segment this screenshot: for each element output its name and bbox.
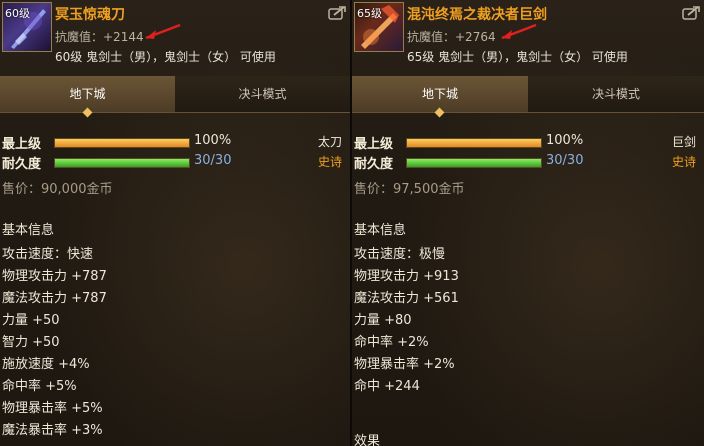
durability-value: 30/30 <box>194 153 232 168</box>
attribute-item: 攻击速度：快速 <box>2 247 94 262</box>
attribute-item: 命中 +244 <box>354 379 420 394</box>
max-level-bar <box>54 138 190 148</box>
attribute-item: 力量 +80 <box>354 313 412 328</box>
rarity-tag: 史诗 <box>671 155 696 169</box>
item-header: 65级 混沌终焉之裁决者巨剑 抗魔值：+2764 65级 鬼剑士（男），鬼剑士（… <box>352 0 704 72</box>
max-level-bar <box>406 138 542 148</box>
item-tooltip-left: 60级 冥玉惊魂刀 抗魔值：+2144 60级 鬼剑士（男），鬼剑士（女） 可使… <box>0 0 350 446</box>
item-header: 60级 冥玉惊魂刀 抗魔值：+2144 60级 鬼剑士（男），鬼剑士（女） 可使… <box>0 0 350 72</box>
attribute-item: 智力 +50 <box>2 335 60 350</box>
attribute-item: 物理攻击力 +787 <box>2 269 107 284</box>
class-requirement: 60级 鬼剑士（男），鬼剑士（女） 可使用 <box>55 50 276 64</box>
attribute-item: 魔法暴击率 +3% <box>2 423 103 438</box>
section-title: 基本信息 <box>2 223 55 238</box>
annotation-arrow-icon <box>145 23 181 40</box>
item-level-badge: 60级 <box>5 7 30 20</box>
item-icon-greatsword: 65级 <box>354 2 404 52</box>
share-icon[interactable] <box>328 6 346 20</box>
mode-tabs: 地下城 决斗模式 <box>0 76 350 118</box>
attribute-item: 物理暴击率 +2% <box>354 357 455 372</box>
section-title: 基本信息 <box>354 223 407 238</box>
item-level-badge: 65级 <box>357 7 382 20</box>
tab-dungeon[interactable]: 地下城 <box>352 76 528 118</box>
tab-dungeon[interactable]: 地下城 <box>0 76 175 118</box>
tab-pvp[interactable]: 决斗模式 <box>175 76 350 112</box>
item-name: 冥玉惊魂刀 <box>55 7 125 23</box>
effect-section-title: 效果 <box>354 434 381 446</box>
attribute-list: 攻击速度：极慢 物理攻击力 +913 魔法攻击力 +561 力量 +80 命中率… <box>354 244 459 398</box>
active-tab-marker-icon <box>434 107 445 118</box>
attribute-item: 攻击速度：极慢 <box>354 247 446 262</box>
attribute-item: 魔法攻击力 +787 <box>2 291 107 306</box>
attribute-list: 攻击速度：快速 物理攻击力 +787 魔法攻击力 +787 力量 +50 智力 … <box>2 244 107 442</box>
durability-bar <box>406 158 542 168</box>
sell-price: 售价：90,000金币 <box>2 182 113 197</box>
active-tab-marker-icon <box>82 107 92 118</box>
max-level-row: 最上级 100% 巨剑 <box>354 133 702 152</box>
tab-label: 决斗模式 <box>591 87 640 101</box>
max-level-value: 100% <box>194 133 232 148</box>
tab-label: 地下城 <box>421 87 458 101</box>
attribute-item: 力量 +50 <box>2 313 60 328</box>
magic-resistance: 抗魔值：+2144 <box>55 30 144 44</box>
tab-label: 决斗模式 <box>238 87 287 101</box>
attribute-item: 施放速度 +4% <box>2 357 90 372</box>
max-level-label: 最上级 <box>354 137 394 152</box>
attribute-item: 命中率 +5% <box>2 379 77 394</box>
share-icon[interactable] <box>682 6 700 20</box>
attribute-item: 魔法攻击力 +561 <box>354 291 459 306</box>
attribute-item: 命中率 +2% <box>354 335 429 350</box>
mode-tabs: 地下城 决斗模式 <box>352 76 704 118</box>
tab-label: 地下城 <box>69 87 106 101</box>
durability-bar <box>54 158 190 168</box>
max-level-row: 最上级 100% 太刀 <box>2 133 348 152</box>
sell-price: 售价：97,500金币 <box>354 182 465 197</box>
durability-label: 耐久度 <box>2 157 42 172</box>
durability-label: 耐久度 <box>354 157 394 172</box>
attribute-item: 物理攻击力 +913 <box>354 269 459 284</box>
item-icon-katana: 60级 <box>2 2 52 52</box>
durability-value: 30/30 <box>546 153 584 168</box>
rarity-tag: 史诗 <box>317 155 342 169</box>
weapon-type: 太刀 <box>317 135 342 149</box>
durability-row: 耐久度 30/30 史诗 <box>2 153 348 172</box>
item-tooltip-right: 65级 混沌终焉之裁决者巨剑 抗魔值：+2764 65级 鬼剑士（男），鬼剑士（… <box>352 0 704 446</box>
durability-row: 耐久度 30/30 史诗 <box>354 153 702 172</box>
max-level-value: 100% <box>546 133 584 148</box>
annotation-arrow-icon <box>501 23 537 40</box>
magic-resistance: 抗魔值：+2764 <box>407 30 496 44</box>
max-level-label: 最上级 <box>2 137 42 152</box>
attribute-item: 物理暴击率 +5% <box>2 401 103 416</box>
tab-pvp[interactable]: 决斗模式 <box>528 76 704 112</box>
weapon-type: 巨剑 <box>671 135 696 149</box>
class-requirement: 65级 鬼剑士（男），鬼剑士（女） 可使用 <box>407 50 628 64</box>
